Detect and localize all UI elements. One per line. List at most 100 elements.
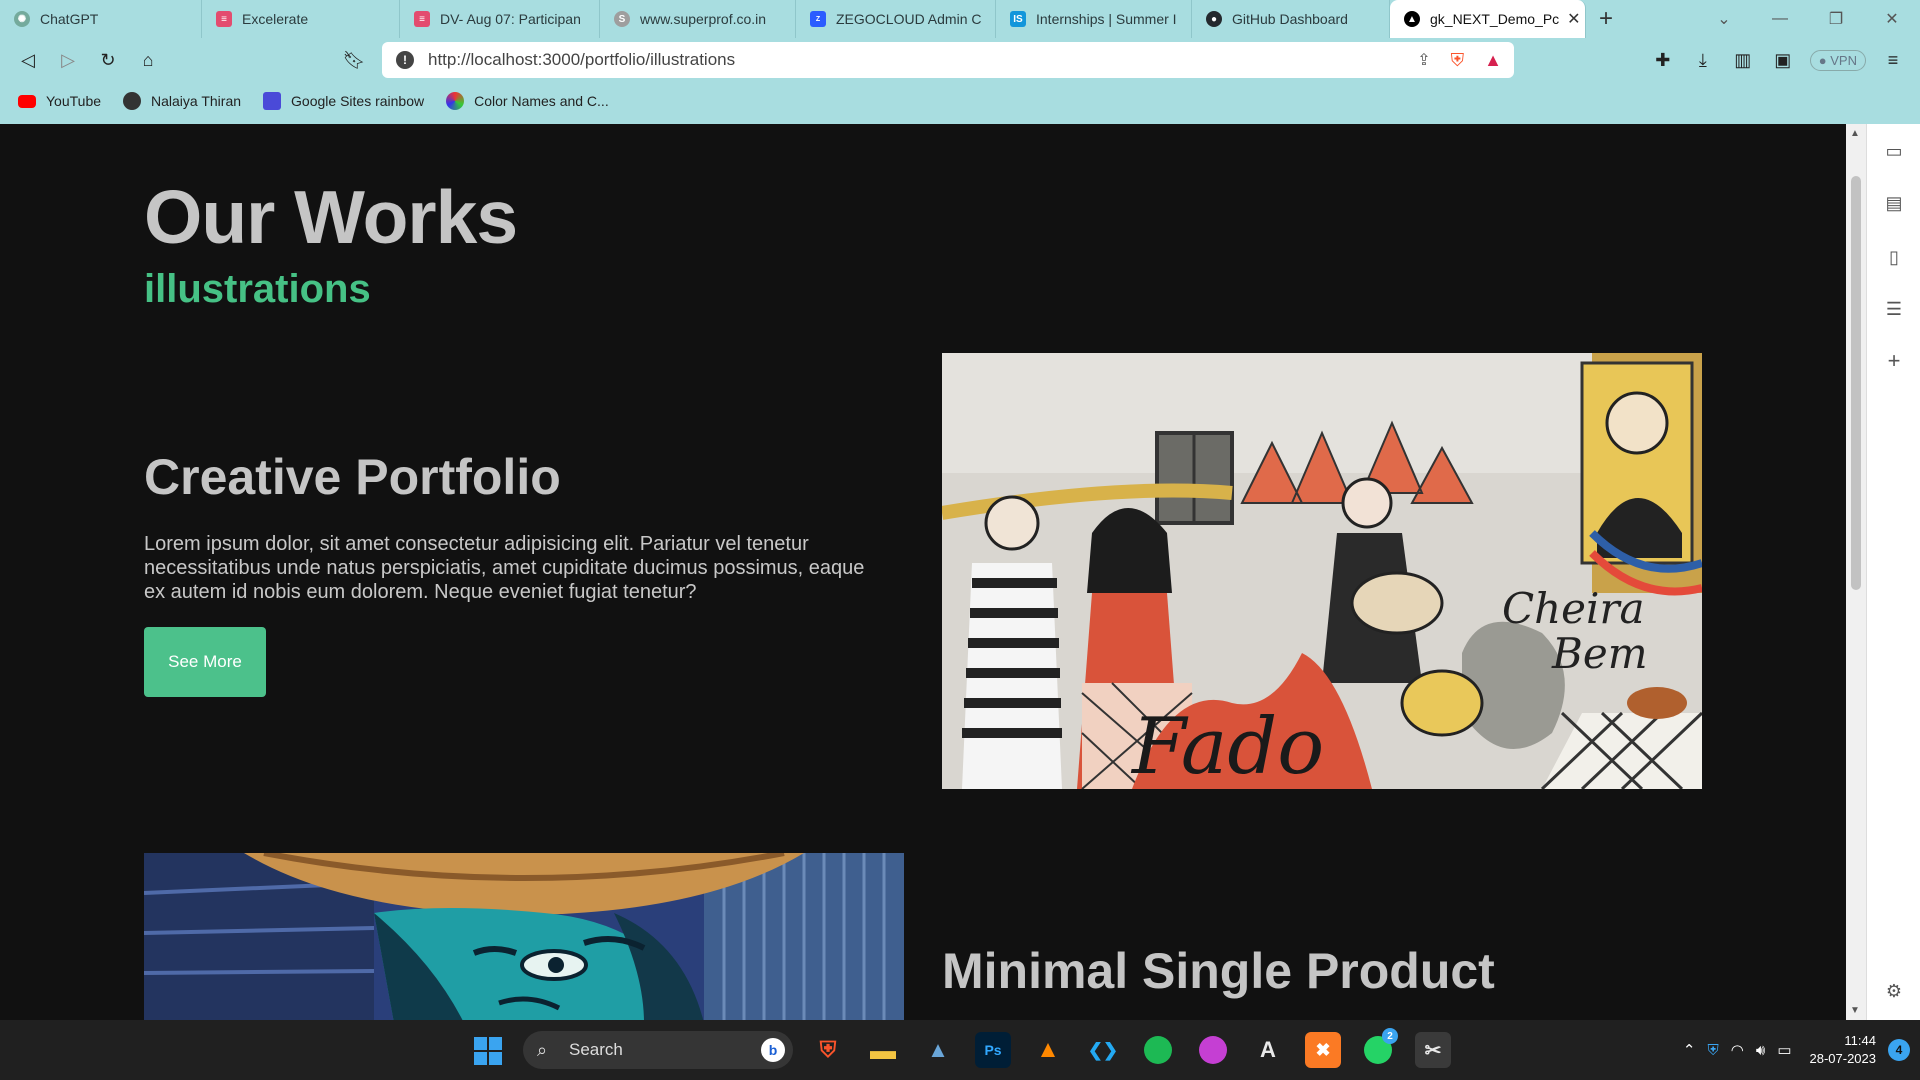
tab-gk-next-demo[interactable]: ▲ gk_NEXT_Demo_Pc ✕ xyxy=(1390,0,1586,38)
clock-time: 11:44 xyxy=(1844,1033,1876,1048)
tab-superprof[interactable]: S www.superprof.co.in xyxy=(600,0,796,38)
category-subtitle: illustrations xyxy=(144,267,371,311)
bookmark-color-names[interactable]: Color Names and C... xyxy=(446,92,609,110)
whatsapp-badge: 2 xyxy=(1382,1028,1398,1044)
scrollbar-thumb[interactable] xyxy=(1851,176,1861,590)
windows-taskbar: ⌕ Search b ⛨ ▬ ▲ Ps ▲ ❮❯ A ✖ 2 ✂ ⌃ ⛨ ◠ 🔊… xyxy=(0,1020,1920,1080)
settings-gear-icon[interactable]: ⚙ xyxy=(1881,978,1907,1004)
tab-excelerate[interactable]: ≡ Excelerate xyxy=(202,0,400,38)
sidebar-toggle-icon[interactable]: ▥ xyxy=(1730,47,1756,73)
color-wheel-icon xyxy=(446,92,465,110)
notification-badge[interactable]: 4 xyxy=(1888,1039,1910,1061)
wifi-icon[interactable]: ◠ xyxy=(1731,1041,1744,1059)
see-more-button[interactable]: See More xyxy=(144,627,266,697)
url-actions: ⇪ ⛨ ▲ xyxy=(1417,42,1502,78)
volume-icon[interactable]: 🔊︎ xyxy=(1756,1042,1765,1059)
back-button[interactable]: ◁ xyxy=(8,42,48,78)
tab-label: ChatGPT xyxy=(40,11,99,27)
restore-icon[interactable]: ❐ xyxy=(1808,0,1864,38)
photoshop-icon[interactable]: Ps xyxy=(975,1032,1011,1068)
bookmark-label: YouTube xyxy=(46,93,102,109)
bing-icon[interactable]: b xyxy=(761,1038,785,1062)
nextjs-icon: ▲ xyxy=(1404,11,1420,27)
new-tab-button[interactable]: + xyxy=(1586,0,1626,38)
superprof-icon: S xyxy=(614,11,630,27)
windows-start-icon[interactable] xyxy=(474,1037,502,1065)
browser-side-panel: ▭ ▤ ▯ ☰ + ⚙ xyxy=(1866,124,1920,1020)
excelerate-icon: ≡ xyxy=(216,11,232,27)
brave-icon[interactable]: ⛨ xyxy=(810,1032,846,1068)
portfolio-item-description: Lorem ipsum dolor, sit amet consectetur … xyxy=(144,533,865,603)
menu-icon[interactable]: ≡ xyxy=(1880,47,1906,73)
scroll-up-arrow-icon[interactable]: ▲ xyxy=(1850,128,1860,139)
video-call-icon[interactable]: ▭ xyxy=(1881,138,1907,164)
photos-icon[interactable]: ▲ xyxy=(920,1032,956,1068)
start-tile xyxy=(489,1037,502,1050)
tab-search-chevron-icon[interactable]: ⌄ xyxy=(1696,0,1752,38)
internshala-icon: IS xyxy=(1010,11,1026,27)
defender-icon[interactable]: ⛨ xyxy=(1708,1042,1719,1059)
file-explorer-icon[interactable]: ▬ xyxy=(865,1032,901,1068)
chatgpt-icon: ✺ xyxy=(14,11,30,27)
vscode-icon[interactable]: ❮❯ xyxy=(1085,1032,1121,1068)
address-bar[interactable]: ! http://localhost:3000/portfolio/illust… xyxy=(382,42,1514,78)
clock[interactable]: 11:44 28-07-2023 xyxy=(1810,1032,1877,1068)
tab-zegocloud[interactable]: Z ZEGOCLOUD Admin C xyxy=(796,0,996,38)
bookmark-google-sites[interactable]: Google Sites rainbow xyxy=(263,92,424,110)
site-info-icon[interactable]: ! xyxy=(396,51,414,69)
tab-internships[interactable]: IS Internships | Summer I xyxy=(996,0,1192,38)
brave-shields-icon[interactable]: ⛨ xyxy=(1451,50,1465,71)
forward-button[interactable]: ▷ xyxy=(48,42,88,78)
url-text[interactable]: http://localhost:3000/portfolio/illustra… xyxy=(428,50,735,70)
whatsapp-icon[interactable]: 2 xyxy=(1360,1028,1398,1068)
extensions-icon[interactable]: ✚ xyxy=(1650,47,1676,73)
taskbar-search[interactable]: ⌕ Search b xyxy=(523,1031,793,1069)
bookmark-nalaiya-thiran[interactable]: Nalaiya Thiran xyxy=(123,92,241,110)
taskbar-apps: ⛨ ▬ ▲ Ps ▲ ❮❯ A ✖ 2 ✂ xyxy=(810,1028,1451,1068)
podcast-icon[interactable] xyxy=(1195,1032,1231,1068)
google-sites-icon xyxy=(263,92,282,110)
bookmark-label: Google Sites rainbow xyxy=(291,93,425,109)
portfolio-item-image: Fado Cheira Bem xyxy=(942,353,1702,789)
wallet-icon[interactable]: ▣ xyxy=(1770,47,1796,73)
svg-text:Fado: Fado xyxy=(1130,702,1324,789)
spotify-icon[interactable] xyxy=(1140,1032,1176,1068)
portfolio-item-image xyxy=(144,853,904,1020)
downloads-icon[interactable]: ⤓ xyxy=(1690,47,1716,73)
bookmark-youtube[interactable]: YouTube xyxy=(18,93,101,109)
scroll-down-arrow-icon[interactable]: ▼ xyxy=(1850,1005,1860,1016)
close-window-icon[interactable]: ✕ xyxy=(1864,0,1920,38)
tab-github-dashboard[interactable]: ● GitHub Dashboard xyxy=(1192,0,1390,38)
brave-rewards-icon[interactable]: ▲ xyxy=(1484,50,1502,71)
reading-list-icon[interactable]: ☰ xyxy=(1881,296,1907,322)
youtube-icon xyxy=(18,94,36,108)
battery-icon[interactable]: ▭ xyxy=(1777,1041,1791,1059)
minimize-icon[interactable]: — xyxy=(1752,0,1808,38)
close-tab-icon[interactable]: ✕ xyxy=(1559,9,1580,29)
globe-icon xyxy=(123,92,142,110)
page-viewport: Our Works illustrations Creative Portfol… xyxy=(0,124,1846,1020)
start-tile xyxy=(474,1052,487,1065)
wallet-panel-icon[interactable]: ▤ xyxy=(1881,190,1907,216)
tab-label: GitHub Dashboard xyxy=(1232,11,1348,27)
bookmark-label: Nalaiya Thiran xyxy=(151,93,242,109)
bookmarks-panel-icon[interactable]: ▯ xyxy=(1881,244,1907,270)
add-panel-icon[interactable]: + xyxy=(1881,348,1907,374)
home-button[interactable]: ⌂ xyxy=(128,42,168,78)
reload-button[interactable]: ↻ xyxy=(88,42,128,78)
share-icon[interactable]: ⇪ xyxy=(1417,50,1430,70)
vpn-button[interactable]: ● VPN xyxy=(1809,49,1866,71)
spotify-circle xyxy=(1144,1036,1172,1064)
page-title: Our Works xyxy=(144,175,518,259)
portfolio-item-title: Creative Portfolio xyxy=(144,449,561,505)
snipping-tool-icon[interactable]: ✂ xyxy=(1415,1032,1451,1068)
tab-chatgpt[interactable]: ✺ ChatGPT xyxy=(0,0,202,38)
portfolio-item-title: Minimal Single Product xyxy=(942,943,1495,999)
xampp-icon[interactable]: ✖ xyxy=(1305,1032,1341,1068)
tab-dv-aug-07[interactable]: ≡ DV- Aug 07: Participan xyxy=(400,0,600,38)
vlc-icon[interactable]: ▲ xyxy=(1030,1032,1066,1068)
acrobat-icon[interactable]: A xyxy=(1250,1032,1286,1068)
bookmark-button[interactable]: 🔖︎ xyxy=(334,42,374,78)
page-scrollbar[interactable]: ▲ ▼ xyxy=(1846,124,1866,1020)
chevron-up-icon[interactable]: ⌃ xyxy=(1683,1041,1696,1059)
